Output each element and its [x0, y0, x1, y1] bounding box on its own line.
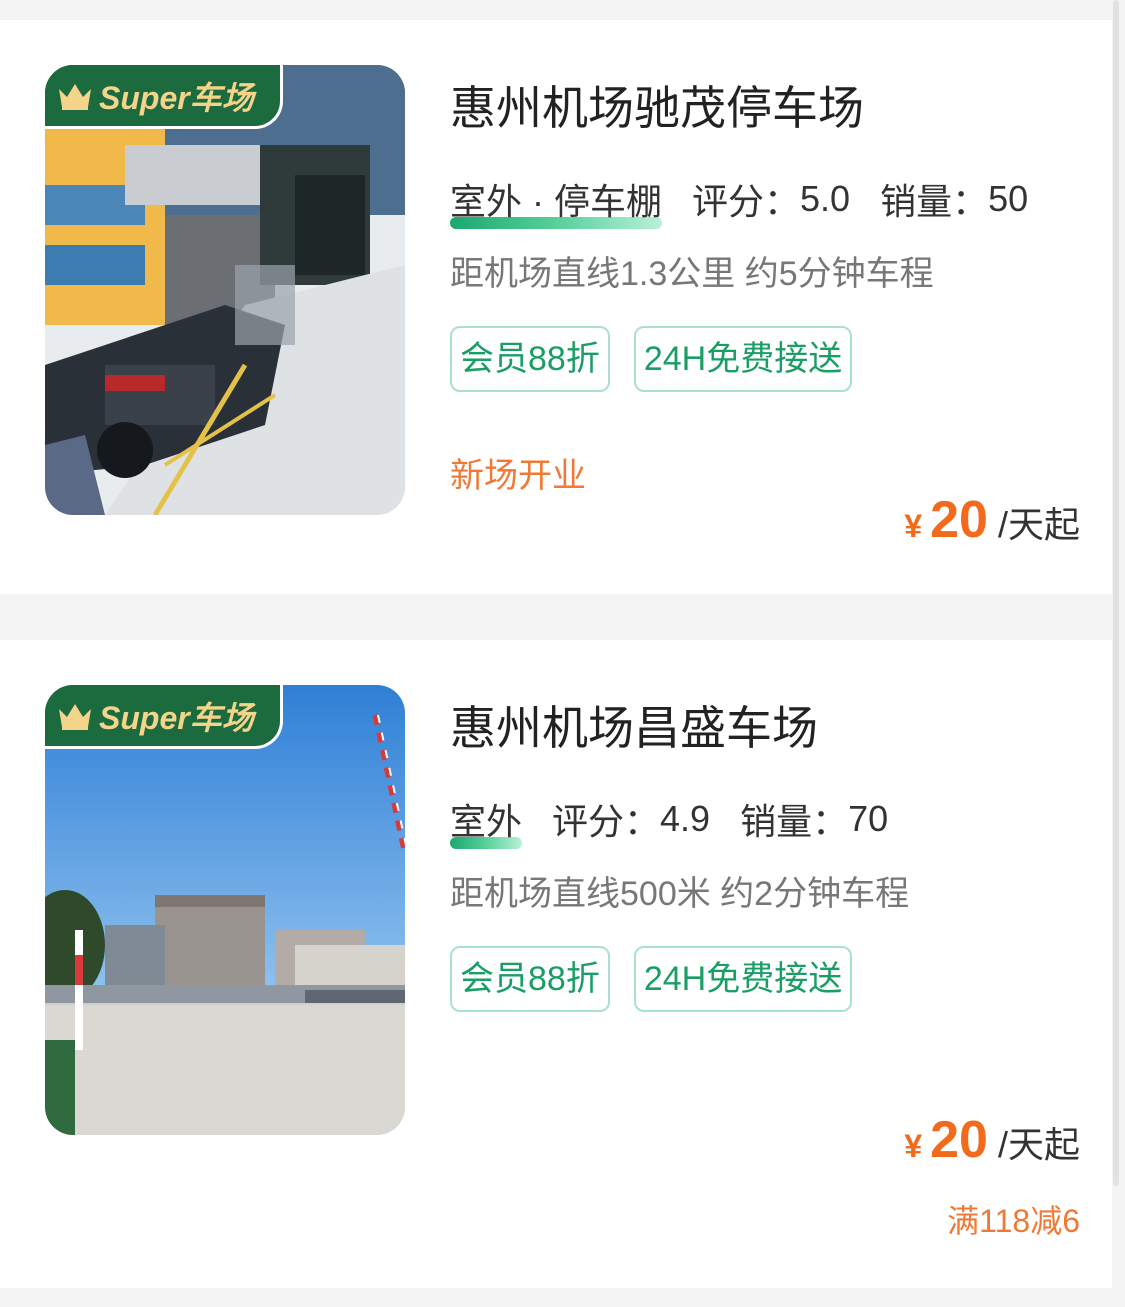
listing-title[interactable]: 惠州机场驰茂停车场 — [450, 72, 864, 138]
parking-listing-card[interactable]: Super车场 惠州机场驰茂停车场 室外 · 停车棚 评分： 5.0 销量： 5… — [0, 20, 1112, 594]
price-amount: 20 — [930, 1111, 988, 1169]
parking-garage-photo — [45, 65, 405, 515]
discount-promo: 满118减6 — [947, 1203, 1080, 1239]
benefit-tags: 会员88折 24H免费接送 — [450, 326, 853, 392]
listing-meta: 室外 评分： 4.9 销量： 70 — [450, 793, 889, 849]
parking-type-label: 室外 — [450, 801, 523, 842]
new-opening-promo: 新场开业 — [450, 457, 586, 495]
tag-member-discount: 会员88折 — [450, 946, 610, 1012]
parking-type: 室外 · 停车棚 — [450, 173, 662, 229]
distance-info: 距机场直线500米 约2分钟车程 — [450, 875, 910, 913]
tag-free-shuttle: 24H免费接送 — [633, 326, 853, 392]
currency-symbol: ¥ — [904, 508, 923, 544]
sales-label: 销量： — [880, 181, 989, 222]
parking-type-label: 室外 · 停车棚 — [450, 181, 662, 222]
rating-label: 评分： — [552, 801, 661, 842]
currency-symbol: ¥ — [904, 1128, 923, 1164]
badge-label: Super车场 — [99, 79, 254, 116]
super-parking-badge: Super车场 — [45, 685, 283, 749]
parking-type: 室外 — [450, 793, 523, 849]
sales-value: 50 — [988, 178, 1029, 219]
parking-list-page: Super车场 惠州机场驰茂停车场 室外 · 停车棚 评分： 5.0 销量： 5… — [0, 0, 1125, 1307]
parking-listing-card[interactable]: Super车场 惠州机场昌盛车场 室外 评分： 4.9 销量： 70 距机场直线… — [0, 640, 1112, 1288]
benefit-tags: 会员88折 24H免费接送 — [450, 946, 853, 1012]
price: ¥ 20 /天起 — [904, 490, 1080, 550]
distance-info: 距机场直线1.3公里 约5分钟车程 — [450, 255, 934, 293]
rating-value: 4.9 — [660, 798, 711, 839]
crown-icon — [59, 703, 91, 730]
price-unit: /天起 — [997, 504, 1080, 545]
listing-meta: 室外 · 停车棚 评分： 5.0 销量： 50 — [450, 173, 1029, 229]
scrollbar[interactable] — [1113, 0, 1119, 1186]
open-parking-lot-photo — [45, 685, 405, 1135]
parking-lot-photo[interactable]: Super车场 — [45, 65, 405, 515]
price-amount: 20 — [930, 491, 988, 549]
price-unit: /天起 — [997, 1124, 1080, 1165]
super-parking-badge: Super车场 — [45, 65, 283, 129]
rating-value: 5.0 — [800, 178, 851, 219]
badge-label: Super车场 — [99, 699, 254, 736]
sales-label: 销量： — [740, 801, 849, 842]
sales-value: 70 — [848, 798, 889, 839]
parking-lot-photo[interactable]: Super车场 — [45, 685, 405, 1135]
price: ¥ 20 /天起 — [904, 1110, 1080, 1170]
crown-icon — [59, 83, 91, 110]
tag-free-shuttle: 24H免费接送 — [633, 946, 853, 1012]
rating-label: 评分： — [692, 181, 801, 222]
listing-title[interactable]: 惠州机场昌盛车场 — [450, 692, 818, 758]
tag-member-discount: 会员88折 — [450, 326, 610, 392]
